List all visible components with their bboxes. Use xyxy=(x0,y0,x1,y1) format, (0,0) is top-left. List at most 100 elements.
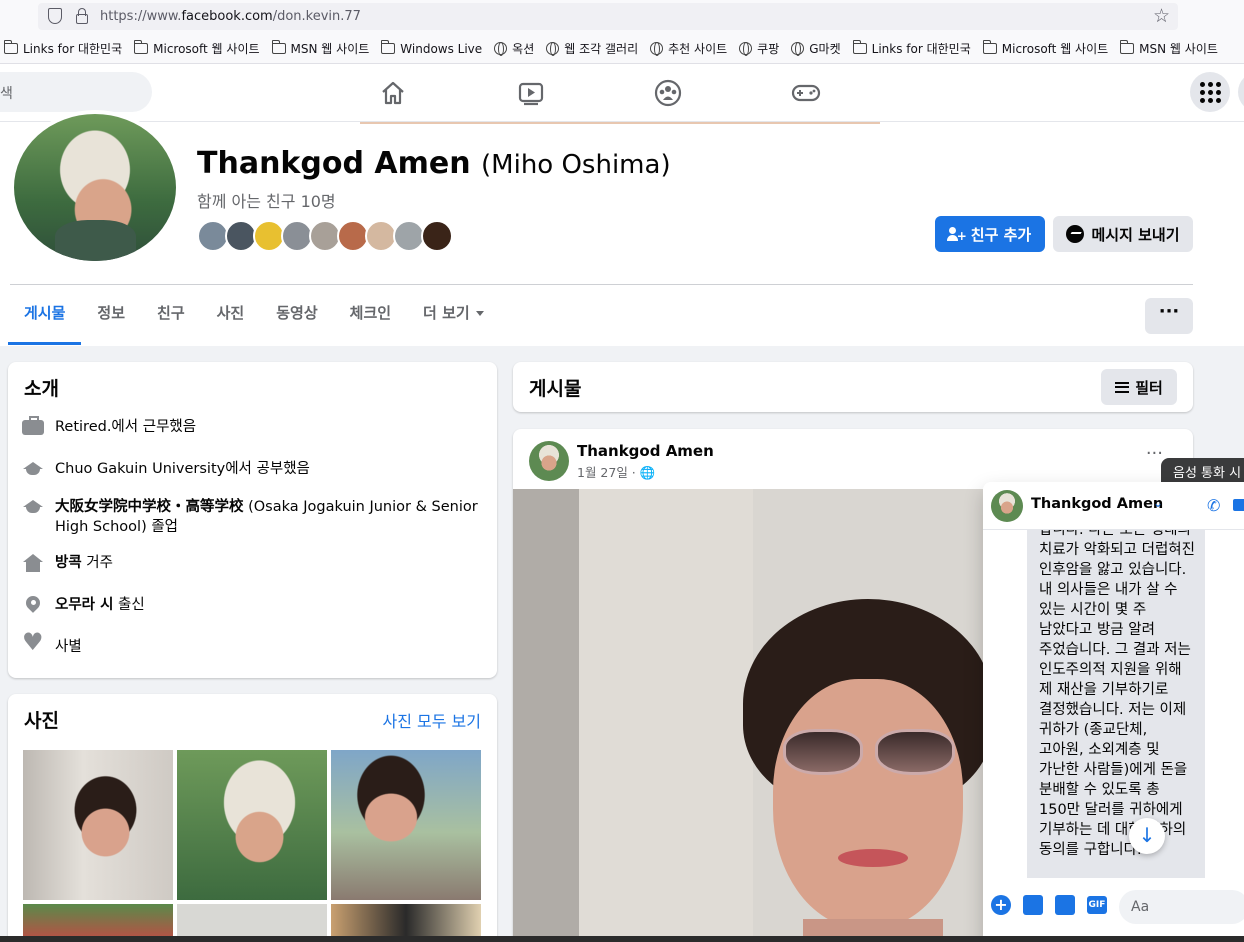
tab-4[interactable]: 동영상 xyxy=(260,285,333,345)
heart-icon xyxy=(22,632,44,657)
filter-icon xyxy=(1115,381,1130,393)
bookmark-label: MSN 웹 사이트 xyxy=(1139,42,1218,56)
graduation-cap-icon xyxy=(22,497,44,517)
chat-header[interactable]: Thankgod Amen ⌄ ✆ xyxy=(983,482,1244,530)
photos-title: 사진 xyxy=(24,710,59,732)
intro-title: 소개 xyxy=(24,378,59,400)
intro-item-text: 사별 xyxy=(55,639,82,655)
gaming-icon[interactable] xyxy=(789,76,823,110)
post-author-avatar[interactable] xyxy=(529,441,569,481)
messenger-icon xyxy=(1066,225,1085,243)
chevron-down-icon[interactable]: ⌄ xyxy=(1153,496,1163,510)
graduation-cap-icon xyxy=(22,459,44,479)
chat-message-input[interactable] xyxy=(1119,890,1244,924)
globe-icon xyxy=(494,42,508,56)
home-icon[interactable] xyxy=(376,76,410,110)
post-author-name[interactable]: Thankgod Amen xyxy=(577,442,714,460)
bookmark-item[interactable]: MSN 웹 사이트 xyxy=(271,40,370,57)
posts-header-card: 게시물 필터 xyxy=(513,362,1193,412)
intro-item-text: 大阪女学院中学校・高等学校 (Osaka Jogakuin Junior & S… xyxy=(55,499,478,535)
gif-icon[interactable]: GIF xyxy=(1087,896,1107,914)
bookmark-item[interactable]: 옥션 xyxy=(494,40,534,57)
video-call-icon[interactable] xyxy=(1233,499,1244,511)
bookmark-label: 웹 조각 갤러리 xyxy=(564,42,639,56)
menu-grid-button[interactable] xyxy=(1190,72,1230,112)
bookmark-label: 추천 사이트 xyxy=(668,42,728,56)
profile-header: Thankgod Amen (Miho Oshima) 함께 아는 친구 10명… xyxy=(0,110,1244,346)
briefcase-icon xyxy=(22,416,44,435)
mutual-friend-avatar[interactable] xyxy=(421,220,453,252)
location-pin-icon xyxy=(22,595,44,615)
profile-tabs: 게시물 정보 친구 사진 동영상 체크인 더 보기 xyxy=(8,285,500,345)
cover-photo-edge xyxy=(360,122,880,124)
watch-icon[interactable] xyxy=(514,76,548,110)
folder-icon xyxy=(852,40,867,54)
bookmark-item[interactable]: 쿠팡 xyxy=(739,40,779,57)
send-message-button[interactable]: 메시지 보내기 xyxy=(1053,216,1193,252)
bookmark-star-icon[interactable]: ☆ xyxy=(1153,5,1170,27)
post-timestamp[interactable]: 1월 27일 · 🌐 xyxy=(577,462,655,481)
tab-2[interactable]: 친구 xyxy=(141,285,201,345)
plus-icon[interactable]: + xyxy=(991,895,1011,915)
bookmark-item[interactable]: MSN 웹 사이트 xyxy=(1120,40,1218,57)
globe-icon xyxy=(650,42,664,56)
bookmark-item[interactable]: Links for 대한민국 xyxy=(4,40,122,57)
folder-icon xyxy=(1120,40,1135,54)
bookmark-label: Links for 대한민국 xyxy=(871,42,971,56)
bookmark-label: G마켓 xyxy=(809,42,841,56)
account-avatar[interactable] xyxy=(1238,72,1244,112)
intro-item-text: 방콕 거주 xyxy=(55,555,113,571)
photo-thumbnail[interactable] xyxy=(177,750,327,900)
bookmark-label: Windows Live xyxy=(400,41,483,56)
folder-icon xyxy=(4,40,18,54)
lock-icon[interactable] xyxy=(76,8,88,24)
sticker-icon[interactable] xyxy=(1055,895,1075,915)
bookmark-item[interactable]: Microsoft 웹 사이트 xyxy=(134,40,260,57)
tab-6[interactable]: 더 보기 xyxy=(407,285,500,345)
mutual-friends-count[interactable]: 함께 아는 친구 10명 xyxy=(197,188,336,212)
intro-item: 오무라 시 출신 xyxy=(22,595,487,615)
add-friend-button[interactable]: + 친구 추가 xyxy=(935,216,1045,252)
groups-icon[interactable] xyxy=(651,76,685,110)
shield-icon[interactable] xyxy=(48,8,62,24)
photo-thumbnail[interactable] xyxy=(331,750,481,900)
profile-name: Thankgod Amen (Miho Oshima) xyxy=(197,146,671,181)
address-bar[interactable]: https://www.facebook.com/don.kevin.77 ☆ xyxy=(38,3,1178,30)
bookmark-item[interactable]: 웹 조각 갤러리 xyxy=(546,40,638,57)
globe-icon xyxy=(546,42,560,56)
bookmark-item[interactable]: 추천 사이트 xyxy=(650,40,727,57)
public-globe-icon: 🌐 xyxy=(639,465,656,480)
bookmark-item[interactable]: G마켓 xyxy=(791,40,841,57)
intro-item: Retired.에서 근무했음 xyxy=(22,416,487,437)
photo-thumbnail[interactable] xyxy=(23,750,173,900)
search-input[interactable]: 색 xyxy=(0,72,152,112)
tab-0[interactable]: 게시물 xyxy=(8,285,82,345)
see-all-photos-link[interactable]: 사진 모두 보기 xyxy=(383,708,482,732)
filter-button[interactable]: 필터 xyxy=(1101,369,1177,405)
portrait xyxy=(743,599,1003,942)
folder-icon xyxy=(271,40,286,54)
chat-message-bubble: 합니다. 다른 모든 형태의 치료가 악화되고 더럽혀진 인후암을 앓고 있습니… xyxy=(1027,512,1205,878)
intro-item: 大阪女学院中学校・高等学校 (Osaka Jogakuin Junior & S… xyxy=(22,497,487,537)
bookmark-item[interactable]: Windows Live xyxy=(381,40,483,56)
photos-card: 사진 사진 모두 보기 xyxy=(8,694,497,942)
more-options-button[interactable]: ··· xyxy=(1145,298,1193,334)
phone-icon[interactable]: ✆ xyxy=(1207,496,1220,515)
profile-picture[interactable] xyxy=(10,110,180,265)
chat-contact-name[interactable]: Thankgod Amen xyxy=(1031,496,1163,512)
bookmark-label: 쿠팡 xyxy=(757,42,780,56)
url-text[interactable]: https://www.facebook.com/don.kevin.77 xyxy=(100,9,361,24)
tab-3[interactable]: 사진 xyxy=(201,285,261,345)
bookmark-item[interactable]: Links for 대한민국 xyxy=(852,40,971,57)
bookmark-label: MSN 웹 사이트 xyxy=(290,42,370,56)
chat-avatar[interactable] xyxy=(991,490,1023,522)
photo-attach-icon[interactable] xyxy=(1023,895,1043,915)
messenger-chat-window: 합니다. 다른 모든 형태의 치료가 악화되고 더럽혀진 인후암을 앓고 있습니… xyxy=(983,482,1244,942)
scroll-down-button[interactable]: ↓ xyxy=(1129,818,1165,854)
tab-1[interactable]: 정보 xyxy=(81,285,141,345)
tab-5[interactable]: 체크인 xyxy=(334,285,407,345)
folder-icon xyxy=(982,40,997,54)
intro-item-text: Retired.에서 근무했음 xyxy=(55,419,197,435)
bookmark-item[interactable]: Microsoft 웹 사이트 xyxy=(982,40,1108,57)
post-options-button[interactable]: ··· xyxy=(1146,443,1163,464)
